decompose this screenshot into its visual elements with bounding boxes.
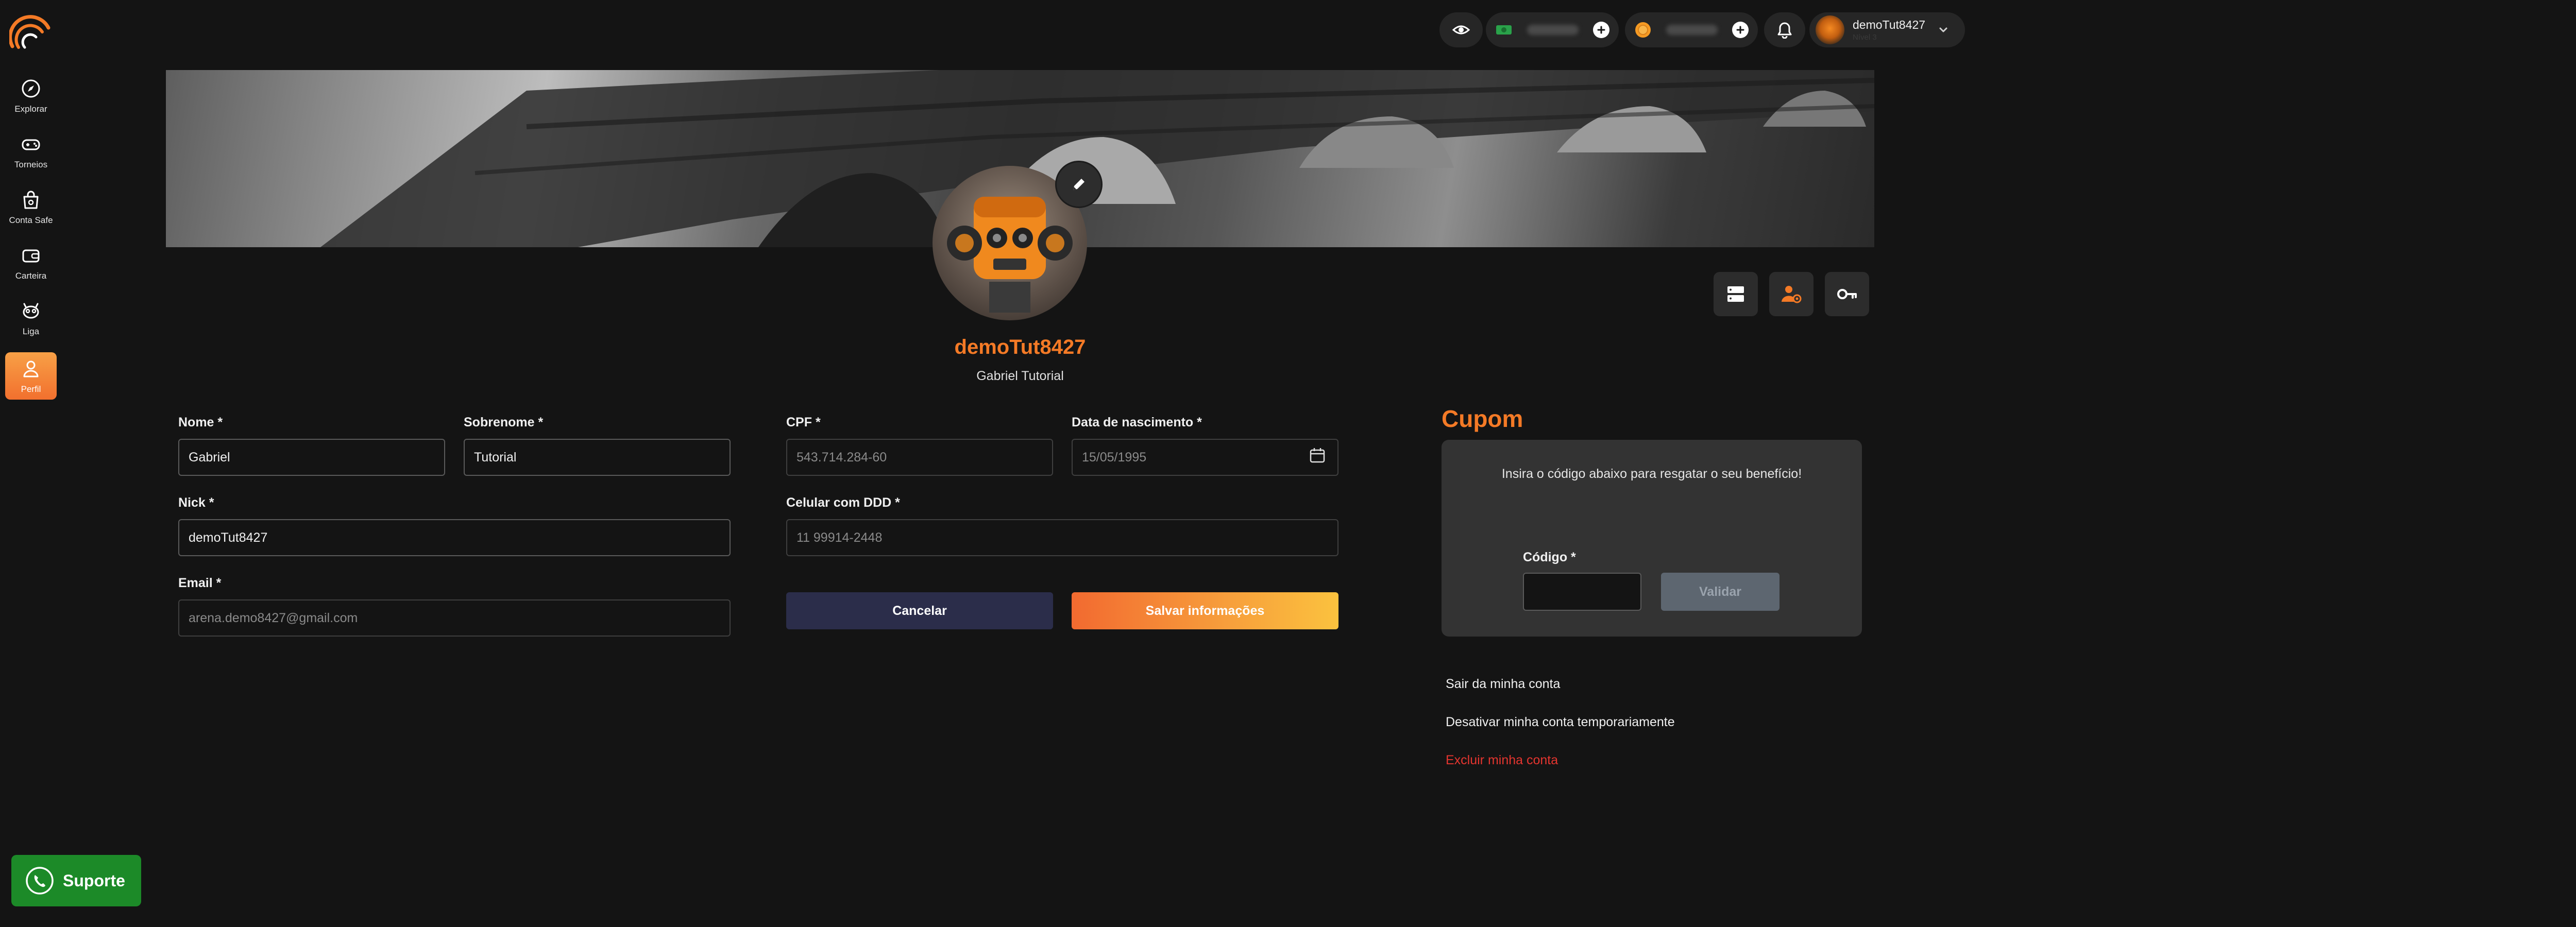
nick-input[interactable] xyxy=(178,519,731,556)
user-icon xyxy=(23,360,39,377)
pencil-icon xyxy=(1073,179,1084,190)
nome-input[interactable] xyxy=(178,439,445,476)
phone-field[interactable] xyxy=(786,519,1338,556)
account-settings-button[interactable] xyxy=(1769,272,1814,316)
sidebar-item-perfil[interactable]: Perfil xyxy=(5,352,57,400)
coin-icon xyxy=(1635,22,1651,38)
cancel-button[interactable]: Cancelar xyxy=(786,592,1053,629)
arena-arc-logo[interactable] xyxy=(9,13,52,49)
wallet-icon xyxy=(22,249,40,263)
nascimento-label: Data de nascimento * xyxy=(1072,415,1202,430)
bell-icon xyxy=(1777,22,1792,39)
birthdate-field[interactable] xyxy=(1072,439,1338,476)
profile-full-name: Gabriel Tutorial xyxy=(976,369,1064,383)
notifications-button[interactable] xyxy=(1764,12,1805,47)
nick-label: Nick * xyxy=(178,495,214,510)
validate-coupon-button[interactable]: Validar xyxy=(1661,573,1780,611)
key-icon xyxy=(1837,289,1857,299)
edit-avatar-button[interactable] xyxy=(1055,161,1103,208)
sidebar-item-conta-safe[interactable]: Conta Safe xyxy=(5,183,57,231)
cash-icon xyxy=(1496,25,1512,35)
plus-icon xyxy=(1597,26,1605,34)
sidebar-item-label: Explorar xyxy=(14,104,47,114)
league-icon xyxy=(23,303,39,319)
avatar xyxy=(1816,15,1844,44)
coin-value-hidden xyxy=(1666,25,1718,35)
coupon-code-label: Código * xyxy=(1523,550,1576,564)
logout-link[interactable]: Sair da minha conta xyxy=(1446,677,1560,692)
chevron-down-icon xyxy=(1939,27,1947,32)
cash-balance xyxy=(1486,12,1619,47)
save-button[interactable]: Salvar informações xyxy=(1072,592,1338,629)
sidebar-item-label: Perfil xyxy=(21,384,41,394)
sidebar-item-label: Torneios xyxy=(14,160,48,169)
delete-account-link[interactable]: Excluir minha conta xyxy=(1446,753,1558,768)
calendar-icon[interactable] xyxy=(1309,447,1326,464)
sidebar-item-explorar[interactable]: Explorar xyxy=(5,72,57,119)
sobrenome-label: Sobrenome * xyxy=(464,415,544,430)
user-gear-icon xyxy=(1782,286,1802,303)
eye-icon xyxy=(1452,25,1470,35)
deactivate-account-link[interactable]: Desativar minha conta temporariamente xyxy=(1446,715,1675,730)
profile-username: demoTut8427 xyxy=(954,336,1086,358)
sidebar-item-label: Carteira xyxy=(15,271,47,281)
toggle-visibility-button[interactable] xyxy=(1439,12,1483,47)
safe-bag-icon xyxy=(23,191,39,209)
whatsapp-icon xyxy=(26,867,54,895)
sobrenome-input[interactable] xyxy=(464,439,731,476)
gamepad-icon xyxy=(22,139,40,150)
coupon-title: Cupom xyxy=(1442,405,1523,432)
support-button[interactable]: Suporte xyxy=(11,855,141,906)
nome-label: Nome * xyxy=(178,415,223,430)
coupon-code-input[interactable] xyxy=(1523,573,1641,611)
user-menu-name: demoTut8427 xyxy=(1853,18,1926,31)
celular-label: Celular com DDD * xyxy=(786,495,900,510)
server-icon xyxy=(1727,286,1744,302)
sidebar-item-liga[interactable]: Liga xyxy=(5,295,57,342)
coupon-card: Insira o código abaixo para resgatar o s… xyxy=(1442,440,1862,637)
sidebar-item-label: Liga xyxy=(22,327,40,336)
coupon-description: Insira o código abaixo para resgatar o s… xyxy=(1501,467,1802,481)
add-coins-button[interactable] xyxy=(1732,22,1749,38)
user-menu[interactable]: demoTut8427 Nível 3 xyxy=(1809,12,1965,47)
plus-icon xyxy=(1736,26,1744,34)
user-menu-level: Nível 3 xyxy=(1853,33,1877,42)
change-password-button[interactable] xyxy=(1825,272,1869,316)
email-label: Email * xyxy=(178,576,222,590)
cpf-field[interactable] xyxy=(786,439,1053,476)
sidebar-item-label: Conta Safe xyxy=(9,215,53,225)
sidebar-item-carteira[interactable]: Carteira xyxy=(5,239,57,286)
cpf-label: CPF * xyxy=(786,415,821,430)
server-settings-button[interactable] xyxy=(1714,272,1758,316)
email-field[interactable] xyxy=(178,599,731,637)
add-cash-button[interactable] xyxy=(1593,22,1609,38)
sidebar-item-torneios[interactable]: Torneios xyxy=(5,128,57,175)
coin-balance xyxy=(1625,12,1758,47)
cash-value-hidden xyxy=(1527,25,1579,35)
compass-icon xyxy=(22,79,40,98)
support-label: Suporte xyxy=(63,871,125,890)
sidebar: Explorar Torneios Conta Safe Carteira Li… xyxy=(0,0,62,927)
